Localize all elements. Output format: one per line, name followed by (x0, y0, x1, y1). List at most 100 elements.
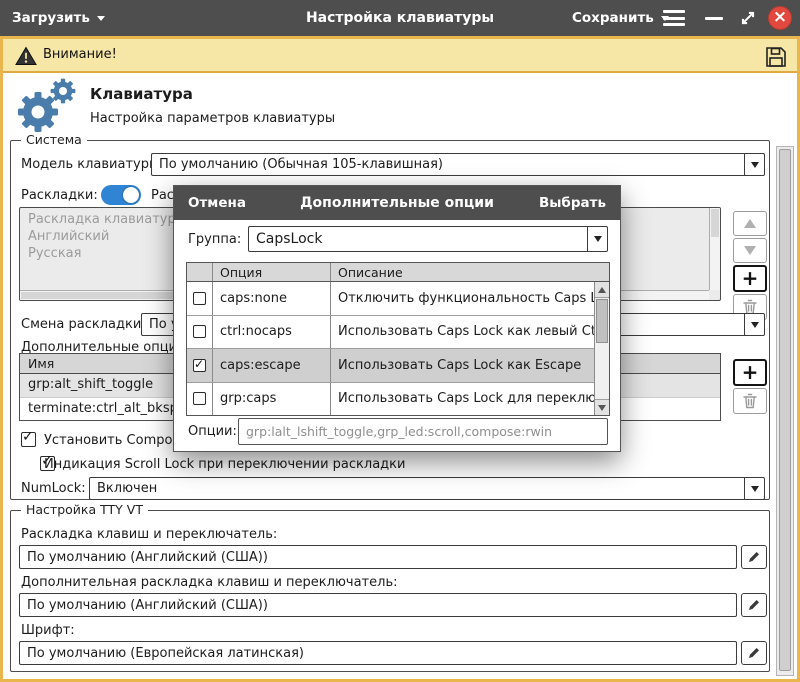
description-column-header: Описание (331, 263, 609, 281)
extra-options-dialog: Отмена Дополнительные опции Выбрать Груп… (173, 185, 621, 452)
option-name: grp:caps (213, 383, 331, 416)
group-value: CapsLock (249, 231, 587, 247)
numlock-select[interactable]: Включен (89, 477, 765, 500)
table-row[interactable]: caps:escape Использовать Caps Lock как E… (187, 349, 594, 383)
tty-layout-label: Раскладка клавиш и переключатель: (21, 527, 277, 542)
select-button[interactable]: Выбрать (539, 186, 606, 220)
move-down-button[interactable] (733, 238, 767, 263)
chevron-down-icon (744, 154, 764, 175)
chevron-down-icon (744, 314, 764, 335)
compose-checkbox-label: Установить Compose (44, 433, 187, 448)
page-title: Клавиатура (90, 85, 193, 103)
save-menu-button[interactable]: Сохранить (572, 0, 669, 36)
table-row[interactable]: grp:caps Использовать Caps Lock для пере… (187, 383, 594, 416)
keyboard-settings-window: Загрузить Настройка клавиатуры Сохранить (0, 0, 800, 682)
checkbox-column-header (187, 263, 213, 281)
table-row[interactable]: caps:none Отключить функциональность Cap… (187, 282, 594, 316)
group-select[interactable]: CapsLock (248, 226, 608, 252)
arrow-up-icon (598, 287, 606, 293)
tty-font-field[interactable]: По умолчанию (Европейская латинская) (19, 641, 737, 665)
option-checkbox[interactable] (193, 325, 206, 338)
delete-option-button[interactable] (733, 388, 767, 414)
menu-icon[interactable] (663, 10, 685, 26)
tty-font-label: Шрифт: (21, 623, 75, 638)
trash-icon (743, 393, 757, 409)
tty-layout-field[interactable]: По умолчанию (Английский (США)) (19, 545, 737, 569)
chevron-down-icon (587, 227, 607, 251)
tty-alt-layout-label: Дополнительная раскладка клавиш и перекл… (21, 575, 397, 590)
option-description: Использовать Caps Lock как Escape (331, 349, 594, 382)
compose-checkbox[interactable] (21, 432, 36, 447)
table-row[interactable]: ctrl:nocaps Использовать Caps Lock как л… (187, 316, 594, 350)
modal-table-scrollbar (594, 282, 609, 415)
option-column-header: Опция (213, 263, 331, 281)
scroll-down-button[interactable] (595, 399, 609, 415)
plus-icon: + (742, 362, 759, 382)
add-layout-button[interactable]: + (733, 265, 767, 292)
option-name: ctrl:nocaps (213, 316, 331, 349)
option-description: Использовать Caps Lock как левый Ctrl (331, 316, 594, 349)
option-checkbox[interactable] (193, 359, 206, 372)
model-label: Модель клавиатуры: (21, 157, 164, 172)
listbox-vertical-scrollbar[interactable] (709, 208, 720, 290)
layouts-toggle[interactable] (101, 185, 141, 205)
layouts-label: Раскладки: (21, 188, 98, 203)
option-checkbox[interactable] (193, 392, 206, 405)
arrow-up-icon (744, 219, 756, 228)
checkbox-cell (187, 349, 213, 382)
pencil-icon (747, 646, 761, 660)
move-up-button[interactable] (733, 211, 767, 236)
edit-tty-layout-button[interactable] (741, 545, 767, 569)
warning-bar: Внимание! (3, 39, 797, 73)
option-name: caps:none (213, 282, 331, 315)
dialog-header: Отмена Дополнительные опции Выбрать (174, 186, 620, 220)
option-checkbox[interactable] (193, 292, 206, 305)
checkbox-cell (187, 282, 213, 315)
edit-tty-font-button[interactable] (741, 641, 767, 665)
modal-table-header: Опция Описание (187, 263, 609, 282)
system-group-legend: Система (21, 132, 87, 147)
save-file-icon[interactable] (762, 43, 789, 70)
warning-text: Внимание! (43, 47, 117, 62)
close-icon[interactable] (768, 6, 792, 30)
minimize-icon[interactable] (705, 17, 723, 20)
plus-icon: + (742, 268, 759, 288)
scroll-lock-checkbox-label: Индикация Scroll Lock при переключении р… (44, 457, 405, 472)
tty-group: Настройка TTY VT Раскладка клавиш и пере… (10, 510, 770, 672)
modal-options-table: Опция Описание caps:none Отключить функц… (186, 262, 610, 416)
scrollbar-thumb[interactable] (779, 149, 791, 671)
layout-switch-label: Смена раскладки: (21, 317, 146, 332)
keyboard-model-value: По умолчанию (Обычная 105-клавишная) (152, 157, 744, 172)
keyboard-gears-icon (12, 76, 78, 138)
modal-table-rows: caps:none Отключить функциональность Cap… (187, 282, 594, 415)
titlebar: Загрузить Настройка клавиатуры Сохранить (0, 0, 800, 36)
edit-tty-alt-layout-button[interactable] (741, 593, 767, 617)
add-option-button[interactable]: + (733, 359, 767, 386)
pencil-icon (747, 598, 761, 612)
option-description: Использовать Caps Lock для переключения (331, 383, 594, 416)
option-name: caps:escape (213, 349, 331, 382)
tty-alt-layout-field[interactable]: По умолчанию (Английский (США)) (19, 593, 737, 617)
tty-group-legend: Настройка TTY VT (21, 502, 148, 517)
main-vertical-scrollbar[interactable] (776, 146, 794, 676)
chevron-down-icon (744, 478, 764, 499)
options-input[interactable]: grp:lalt_lshift_toggle,grp_led:scroll,co… (238, 418, 608, 445)
checkbox-cell (187, 316, 213, 349)
arrow-down-icon (744, 246, 756, 255)
numlock-label: NumLock: (21, 481, 86, 496)
arrow-down-icon (598, 405, 606, 411)
page-subtitle: Настройка параметров клавиатуры (90, 111, 335, 126)
group-label: Группа: (188, 232, 241, 247)
options-label: Опции: (188, 424, 237, 439)
scrollbar-track[interactable] (595, 298, 609, 399)
scroll-up-button[interactable] (595, 282, 609, 298)
numlock-value: Включен (90, 481, 744, 496)
save-menu-label: Сохранить (572, 10, 654, 26)
option-description: Отключить функциональность Caps Lock (331, 282, 594, 315)
scrollbar-thumb[interactable] (596, 299, 608, 343)
keyboard-model-select[interactable]: По умолчанию (Обычная 105-клавишная) (151, 153, 765, 176)
fullscreen-icon[interactable] (739, 9, 757, 27)
warning-icon (15, 46, 37, 70)
pencil-icon (747, 550, 761, 564)
checkbox-cell (187, 383, 213, 416)
